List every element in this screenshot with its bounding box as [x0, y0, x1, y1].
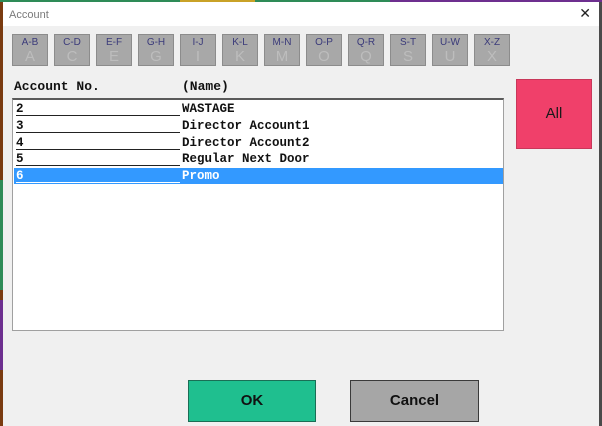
alpha-button-m-n[interactable]: M-N M — [264, 34, 300, 66]
alpha-button-letter: G — [150, 48, 162, 65]
alpha-button-e-f[interactable]: E-F E — [96, 34, 132, 66]
alpha-button-range-label: M-N — [272, 37, 292, 48]
close-icon[interactable]: ✕ — [579, 5, 591, 22]
table-row[interactable]: 4 Director Account2 — [14, 135, 503, 151]
all-button[interactable]: All — [516, 79, 592, 149]
table-row[interactable]: 2 WASTAGE — [14, 101, 503, 117]
account-list[interactable]: 2 WASTAGE 3 Director Account1 4 Director Acco… — [12, 98, 504, 331]
alpha-button-range-label: U-W — [440, 37, 460, 48]
account-name-cell: Director Account1 — [182, 118, 310, 133]
alpha-button-range-label: G-H — [146, 37, 166, 48]
account-number-cell: 3 — [16, 119, 180, 133]
alpha-button-a-b[interactable]: A-B A — [12, 34, 48, 66]
alpha-button-q-r[interactable]: Q-R Q — [348, 34, 384, 66]
alpha-button-letter: A — [24, 48, 35, 65]
alpha-button-u-w[interactable]: U-W U — [432, 34, 468, 66]
alpha-button-range-label: A-B — [21, 37, 39, 48]
ok-button[interactable]: OK — [188, 380, 316, 422]
alpha-button-range-label: C-D — [63, 37, 81, 48]
alpha-button-letter: Q — [360, 48, 372, 65]
dialog-titlebar: Account ✕ — [3, 2, 599, 26]
background-left-strip — [0, 0, 3, 426]
alpha-button-letter: K — [234, 48, 245, 65]
alpha-button-letter: S — [402, 48, 413, 65]
table-row[interactable]: 3 Director Account1 — [14, 118, 503, 134]
alpha-button-letter: X — [486, 48, 497, 65]
alpha-button-letter: U — [444, 48, 456, 65]
alpha-button-s-t[interactable]: S-T S — [390, 34, 426, 66]
alpha-button-letter: I — [195, 48, 201, 65]
alpha-button-range-label: X-Z — [483, 37, 501, 48]
account-number-cell: 4 — [16, 136, 180, 150]
alpha-button-range-label: E-F — [105, 37, 123, 48]
account-number-cell: 2 — [16, 102, 180, 116]
alpha-button-range-label: O-P — [315, 37, 333, 48]
alpha-button-k-l[interactable]: K-L K — [222, 34, 258, 66]
alpha-button-i-j[interactable]: I-J I — [180, 34, 216, 66]
alpha-button-range-label: K-L — [232, 37, 248, 48]
alpha-button-c-d[interactable]: C-D C — [54, 34, 90, 66]
alpha-button-range-label: Q-R — [356, 37, 376, 48]
column-header-account-no: Account No. — [14, 79, 100, 94]
account-name-cell: Promo — [182, 169, 220, 184]
alpha-button-letter: O — [318, 48, 330, 65]
alpha-button-range-label: S-T — [399, 37, 417, 48]
alpha-button-x-z[interactable]: X-Z X — [474, 34, 510, 66]
cancel-button[interactable]: Cancel — [350, 380, 479, 422]
alpha-button-o-p[interactable]: O-P O — [306, 34, 342, 66]
column-header-name: (Name) — [182, 79, 229, 94]
dialog-title: Account — [9, 9, 49, 21]
account-name-cell: WASTAGE — [182, 102, 235, 116]
alpha-button-letter: C — [66, 48, 78, 65]
account-name-cell: Director Account2 — [182, 135, 310, 150]
alpha-button-range-label: I-J — [192, 37, 204, 48]
alpha-button-letter: M — [275, 48, 289, 65]
table-row[interactable]: 5 Regular Next Door — [14, 151, 503, 167]
account-number-cell: 6 — [16, 169, 180, 184]
alpha-button-letter: E — [108, 48, 119, 65]
alpha-button-g-h[interactable]: G-H G — [138, 34, 174, 66]
account-number-cell: 5 — [16, 152, 180, 167]
account-name-cell: Regular Next Door — [182, 152, 310, 167]
table-row[interactable]: 6 Promo — [14, 168, 503, 185]
